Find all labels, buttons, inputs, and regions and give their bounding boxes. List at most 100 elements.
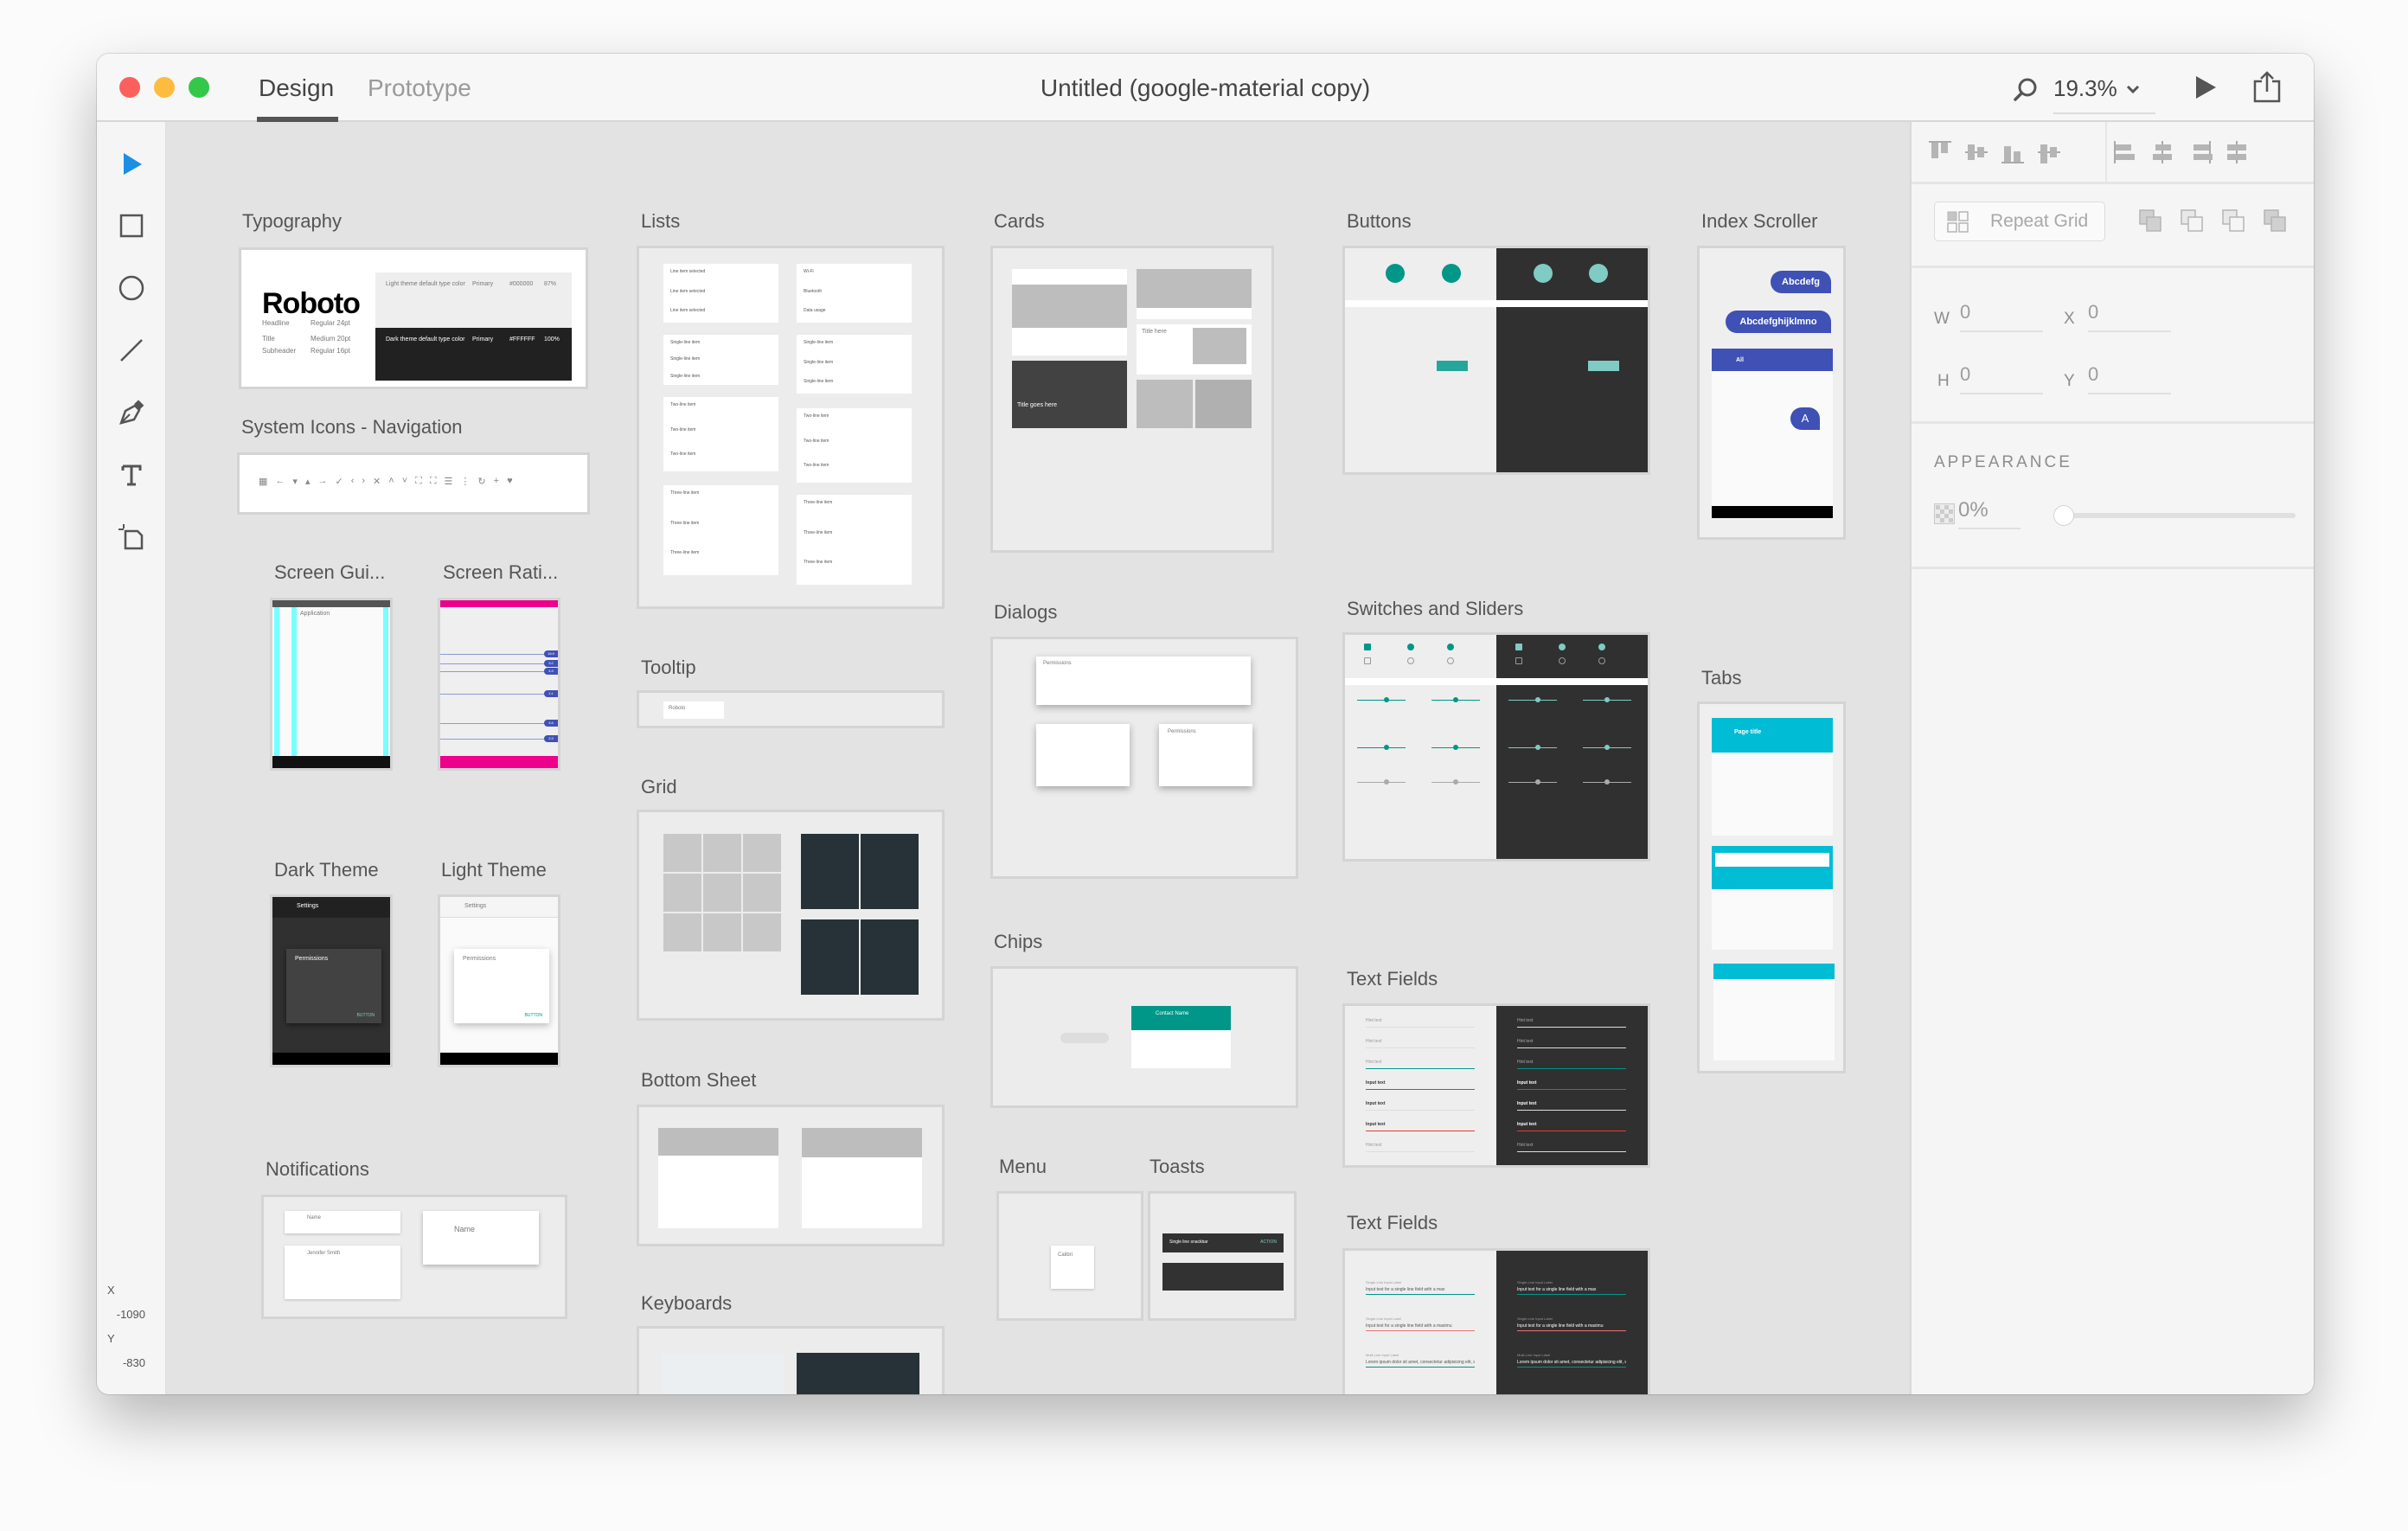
card	[1137, 269, 1252, 319]
slider-thumb	[1453, 745, 1458, 750]
chevron-down-icon[interactable]	[2125, 83, 2141, 95]
play-icon[interactable]	[2193, 74, 2218, 100]
index-bubble: A	[1790, 407, 1820, 430]
artboard-toasts[interactable]: Single line snackbar ACTION	[1148, 1191, 1297, 1321]
list-item: Data usage	[804, 308, 826, 314]
rectangle-icon	[119, 214, 144, 238]
align-top-icon[interactable]	[1927, 139, 1953, 165]
ratio-tag: 16:9	[544, 650, 558, 657]
intersect-icon[interactable]	[2221, 208, 2247, 234]
notification-card: Name	[285, 1211, 400, 1233]
dialog: Permissions BUTTON	[454, 949, 549, 1023]
artboard-keyboards[interactable]	[637, 1326, 945, 1394]
style-name: Headline	[262, 319, 290, 327]
height-input[interactable]: 0	[1960, 360, 2043, 394]
align-center-icon[interactable]	[2149, 139, 2175, 165]
distribute-vertical-icon[interactable]	[2036, 139, 2062, 165]
artboard-title: Dark Theme	[274, 859, 379, 881]
artboard-dark-theme[interactable]: Settings Permissions BUTTON	[270, 894, 393, 1067]
artboard-switches-sliders[interactable]	[1342, 632, 1650, 862]
artboard-title: Keyboards	[641, 1292, 733, 1314]
distribute-horizontal-icon[interactable]	[2224, 139, 2250, 165]
x-input[interactable]: 0	[2088, 298, 2171, 332]
opacity-slider-track[interactable]	[2053, 513, 2296, 518]
align-middle-icon[interactable]	[1963, 139, 1989, 165]
nav-glyph-icon: ♥	[507, 476, 513, 486]
artboard-menu[interactable]: Calibri	[996, 1191, 1143, 1321]
align-right-icon[interactable]	[2187, 139, 2213, 165]
repeat-grid-section: Repeat Grid	[1912, 184, 2314, 268]
exclude-icon[interactable]	[2263, 208, 2289, 234]
artboard-dialogs[interactable]: Permissions Permissions	[990, 637, 1298, 879]
artboard-typography[interactable]: Roboto Headline Regular 24pt Title Mediu…	[239, 247, 588, 389]
align-bottom-icon[interactable]	[2000, 139, 2026, 165]
index-bubble: Abcdefg	[1771, 271, 1831, 293]
y-input[interactable]: 0	[2088, 360, 2171, 394]
artboard-cards[interactable]: Title goes here Title here	[990, 246, 1274, 553]
text-field-underline	[1366, 1068, 1475, 1069]
zoom-level-input[interactable]: 19.3%	[2053, 71, 2117, 106]
pen-tool[interactable]	[114, 395, 149, 430]
opacity-input[interactable]: 0%	[1958, 495, 2021, 529]
artboard-screen-guides[interactable]: Application	[270, 598, 393, 771]
status-bar	[272, 600, 390, 607]
ratio-tag: 2:3	[544, 735, 558, 742]
snackbar-text: Single line snackbar	[1169, 1240, 1208, 1245]
align-left-icon[interactable]	[2112, 139, 2138, 165]
artboard-chips[interactable]: Contact Name	[990, 966, 1298, 1108]
subtract-icon[interactable]	[2180, 208, 2206, 234]
dark-row-label: Primary	[472, 336, 494, 343]
list-item: Single-line item	[670, 356, 701, 362]
ratio-tag: 3:2	[544, 660, 558, 667]
text-tool[interactable]	[114, 458, 149, 492]
rectangle-tool[interactable]	[114, 208, 149, 243]
page-title: Page title	[1734, 729, 1762, 735]
light-row-pct: 87%	[544, 281, 557, 287]
ratio-line	[440, 663, 558, 664]
text-field-value: Input text	[1517, 1080, 1537, 1086]
list-item: Three-line item	[670, 520, 700, 526]
artboard-notifications[interactable]: Name Jennifer Smith Name	[261, 1195, 567, 1319]
select-tool[interactable]	[114, 146, 149, 181]
search-icon[interactable]	[2012, 76, 2040, 104]
app-bar-title: Application	[300, 611, 330, 617]
artboard-tooltip[interactable]: Roboto	[637, 690, 945, 728]
artboard-buttons[interactable]	[1342, 246, 1650, 475]
design-canvas[interactable]: Typography Roboto Headline Regular 24pt …	[166, 122, 1910, 1394]
bottom-sheet-list	[802, 1128, 922, 1228]
grid-cell	[663, 834, 701, 872]
artboard-tool[interactable]	[114, 520, 149, 554]
opacity-slider-handle[interactable]	[2053, 505, 2074, 526]
card-dark: Title goes here	[1012, 361, 1127, 428]
text-field-samples: Single-Line Input Label Input text for a …	[1345, 1251, 1648, 1394]
ratio-line	[440, 723, 558, 724]
share-icon[interactable]	[2252, 69, 2282, 104]
height-label: H	[1937, 372, 1950, 390]
artboard-grid[interactable]	[637, 810, 945, 1021]
artboard-bottom-sheet[interactable]	[637, 1105, 945, 1246]
text-field-underline	[1517, 1089, 1626, 1090]
grid-cell	[703, 874, 741, 912]
artboard-text-fields[interactable]: Hint text Hint text Hint text Input text Inp…	[1342, 1003, 1650, 1168]
nav-glyph-icon: →	[317, 476, 328, 486]
artboard-system-icons[interactable]: ▦ ← ▾ ▴ → ✓ ‹ › ✕ ˄ ˅ ⛶ ⛶ ☰ ⋮ ↻ + ♥	[237, 452, 590, 515]
repeat-grid-button[interactable]: Repeat Grid	[1934, 202, 2105, 241]
artboard-tabs[interactable]: Page title	[1697, 701, 1846, 1073]
add-icon[interactable]	[2138, 208, 2164, 234]
properties-panel: Repeat Grid W 0 X 0 H 0 Y 0 APPEARANCE 0…	[1910, 122, 2314, 1394]
grid-tile	[861, 919, 919, 995]
light-row-hex: #000000	[509, 281, 534, 287]
artboard-text-fields-2[interactable]: Single-Line Input Label Input text for a …	[1342, 1248, 1650, 1394]
line-tool[interactable]	[114, 333, 149, 368]
list-card: Wi-Fi Bluetooth Data usage	[797, 264, 912, 323]
text-field-underline	[1517, 1330, 1626, 1331]
artboard-light-theme[interactable]: Settings Permissions BUTTON	[438, 894, 560, 1067]
artboard-index-scroller[interactable]: Abcdefg Abcdefghijklmno All A	[1697, 246, 1846, 540]
artboard-lists[interactable]: Line item selected Line item selected Line…	[637, 246, 945, 609]
list-item: Three-line item	[804, 529, 833, 535]
width-input[interactable]: 0	[1960, 298, 2043, 332]
notification-name: Name	[307, 1215, 322, 1220]
artboard-screen-ratios[interactable]: 16:9 3:2 4:3 1:1 3:4 2:3	[438, 598, 560, 771]
ellipse-tool[interactable]	[114, 271, 149, 305]
card: Title here	[1137, 324, 1252, 375]
